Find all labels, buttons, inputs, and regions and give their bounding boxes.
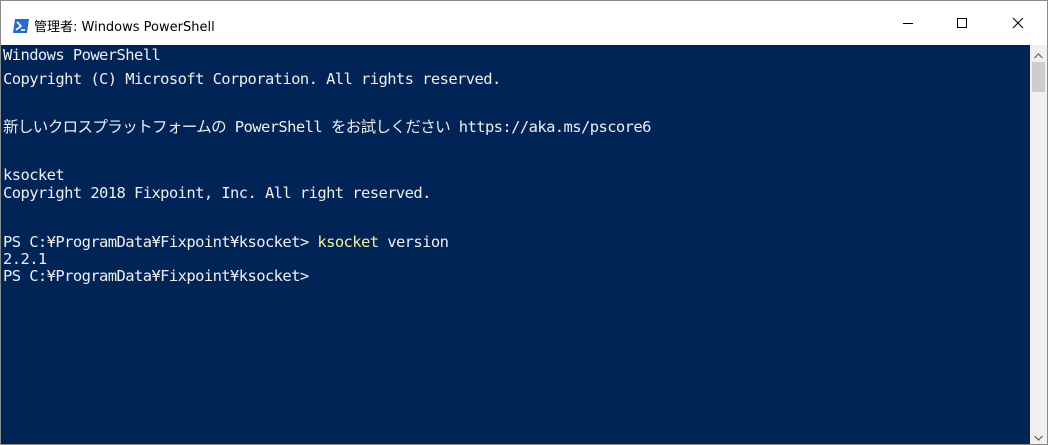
chevron-up-icon bbox=[1034, 44, 1043, 63]
console-line: Windows PowerShell bbox=[3, 46, 161, 64]
console-line: PS C:¥ProgramData¥Fixpoint¥ksocket> bbox=[3, 267, 309, 285]
powershell-window: 管理者: Windows PowerShell Windows PowerShe… bbox=[0, 0, 1048, 445]
console-line: 新しいクロスプラットフォームの PowerShell をお試しください http… bbox=[3, 118, 651, 136]
minimize-icon bbox=[902, 17, 914, 29]
command-line: PS C:¥ProgramData¥Fixpoint¥ksocket> ksoc… bbox=[3, 233, 449, 251]
title-bar[interactable]: 管理者: Windows PowerShell bbox=[1, 1, 1047, 45]
chevron-down-icon bbox=[1034, 426, 1043, 445]
console-line: Copyright 2018 Fixpoint, Inc. All right … bbox=[3, 184, 431, 202]
console-line: 2.2.1 bbox=[3, 250, 47, 268]
powershell-icon bbox=[13, 18, 29, 33]
maximize-icon bbox=[956, 17, 968, 29]
command-name: ksocket bbox=[317, 233, 379, 251]
scroll-down-button[interactable] bbox=[1030, 427, 1047, 444]
scroll-thumb[interactable] bbox=[1032, 62, 1045, 92]
vertical-scrollbar[interactable] bbox=[1030, 45, 1047, 444]
prompt-text: PS C:¥ProgramData¥Fixpoint¥ksocket> bbox=[3, 233, 318, 251]
maximize-button[interactable] bbox=[939, 1, 985, 45]
scroll-up-button[interactable] bbox=[1030, 45, 1047, 62]
console-line: ksocket bbox=[3, 166, 65, 184]
console-output[interactable]: Windows PowerShell Copyright (C) Microso… bbox=[1, 45, 1030, 444]
close-icon bbox=[1012, 17, 1024, 29]
minimize-button[interactable] bbox=[885, 1, 931, 45]
command-argument: version bbox=[378, 233, 449, 251]
window-title: 管理者: Windows PowerShell bbox=[34, 20, 215, 35]
console-line: Copyright (C) Microsoft Corporation. All… bbox=[3, 70, 501, 88]
close-button[interactable] bbox=[995, 1, 1041, 45]
